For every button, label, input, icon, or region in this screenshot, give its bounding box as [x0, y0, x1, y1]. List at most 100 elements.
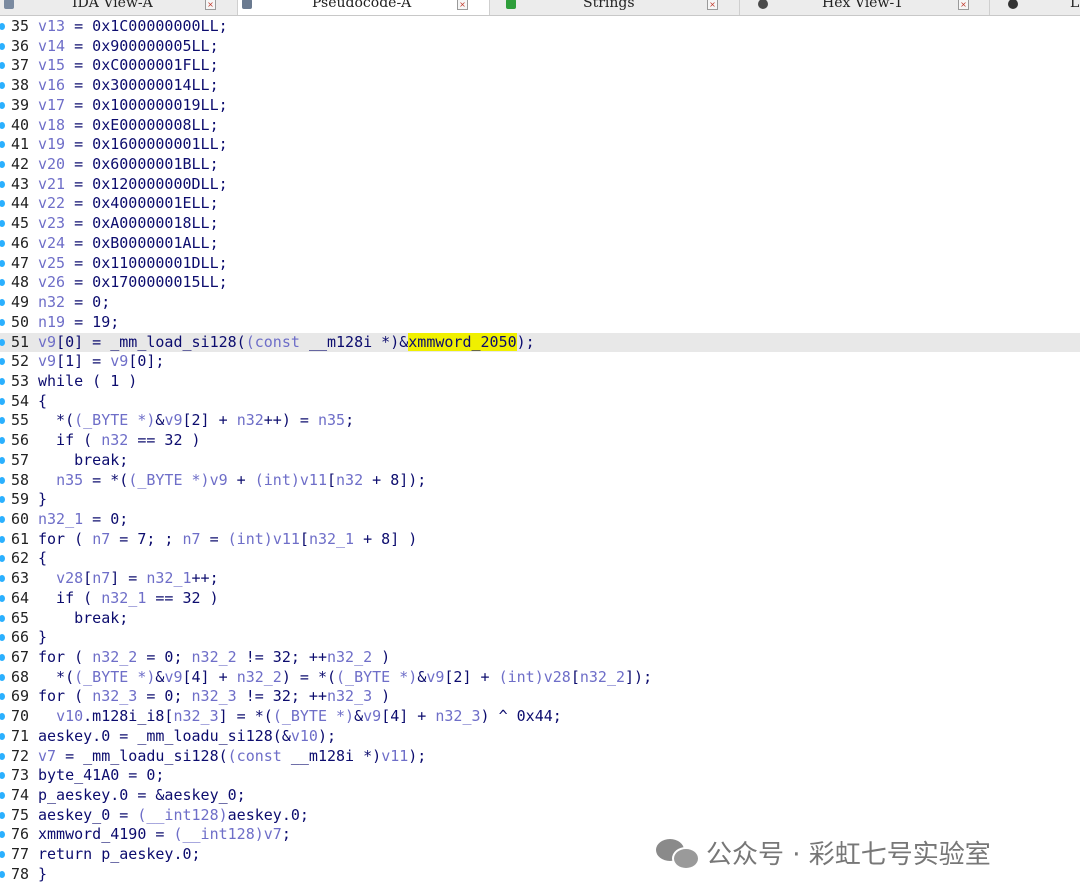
breakpoint-dot-icon[interactable]: [0, 318, 5, 326]
breakpoint-dot-icon[interactable]: [0, 634, 5, 642]
breakpoint-dot-icon[interactable]: [0, 575, 5, 583]
code-line[interactable]: 65 break;: [0, 609, 1080, 629]
breakpoint-dot-icon[interactable]: [0, 772, 5, 780]
breakpoint-dot-icon[interactable]: [0, 752, 5, 760]
code-line[interactable]: 60 n32_1 = 0;: [0, 510, 1080, 530]
breakpoint-dot-icon[interactable]: [0, 417, 5, 425]
breakpoint-dot-icon[interactable]: [0, 594, 5, 602]
code-line[interactable]: 43 v21 = 0x120000000DLL;: [0, 175, 1080, 195]
breakpoint-dot-icon[interactable]: [0, 397, 5, 405]
breakpoint-dot-icon[interactable]: [0, 220, 5, 228]
line-number: 71: [11, 726, 30, 745]
breakpoint-dot-icon[interactable]: [0, 101, 5, 109]
code-line[interactable]: 64 if ( n32_1 == 32 ): [0, 589, 1080, 609]
line-gutter: 55: [0, 411, 38, 431]
breakpoint-dot-icon[interactable]: [0, 693, 5, 701]
breakpoint-dot-icon[interactable]: [0, 496, 5, 504]
code-line[interactable]: 54 {: [0, 392, 1080, 412]
code-line[interactable]: 59}: [0, 490, 1080, 510]
code-line[interactable]: 55 *((_BYTE *)&v9[2] + n32++) = n35;: [0, 411, 1080, 431]
code-line[interactable]: 44 v22 = 0x40000001ELL;: [0, 194, 1080, 214]
code-line[interactable]: 37 v15 = 0xC0000001FLL;: [0, 56, 1080, 76]
tab-close-button[interactable]: ×: [205, 0, 216, 10]
breakpoint-dot-icon[interactable]: [0, 180, 5, 188]
code-line[interactable]: 68 *((_BYTE *)&v9[4] + n32_2) = *((_BYTE…: [0, 668, 1080, 688]
breakpoint-dot-icon[interactable]: [0, 437, 5, 445]
breakpoint-dot-icon[interactable]: [0, 62, 5, 70]
code-line[interactable]: 73 byte_41A0 = 0;: [0, 766, 1080, 786]
tab-close-button[interactable]: ×: [958, 0, 969, 10]
breakpoint-dot-icon[interactable]: [0, 121, 5, 129]
breakpoint-dot-icon[interactable]: [0, 713, 5, 721]
breakpoint-dot-icon[interactable]: [0, 239, 5, 247]
code-line[interactable]: 47 v25 = 0x110000001DLL;: [0, 254, 1080, 274]
code-line[interactable]: 40 v18 = 0xE00000008LL;: [0, 116, 1080, 136]
code-line[interactable]: 50 n19 = 19;: [0, 313, 1080, 333]
breakpoint-dot-icon[interactable]: [0, 358, 5, 366]
tab-strings[interactable]: Strings ×: [490, 0, 740, 15]
code-line[interactable]: 35 v13 = 0x1C00000000LL;: [0, 17, 1080, 37]
breakpoint-dot-icon[interactable]: [0, 82, 5, 90]
code-line[interactable]: 51 v9[0] = _mm_load_si128((const __m128i …: [0, 332, 1080, 353]
tab-close-button[interactable]: ×: [707, 0, 718, 10]
code-line[interactable]: 53 while ( 1 ): [0, 372, 1080, 392]
code-text: {: [38, 391, 48, 410]
breakpoint-dot-icon[interactable]: [0, 279, 5, 287]
code-line[interactable]: 36 v14 = 0x900000005LL;: [0, 37, 1080, 57]
breakpoint-dot-icon[interactable]: [0, 792, 5, 800]
code-line[interactable]: 75 aeskey_0 = (__int128)aeskey.0;: [0, 806, 1080, 826]
breakpoint-dot-icon[interactable]: [0, 456, 5, 464]
breakpoint-dot-icon[interactable]: [0, 732, 5, 740]
breakpoint-dot-icon[interactable]: [0, 870, 5, 878]
tab-close-button[interactable]: ×: [457, 0, 468, 10]
breakpoint-dot-icon[interactable]: [0, 851, 5, 859]
code-line[interactable]: 41 v19 = 0x1600000001LL;: [0, 135, 1080, 155]
code-line[interactable]: 61 for ( n7 = 7; ; n7 = (int)v11[n32_1 + …: [0, 530, 1080, 550]
breakpoint-dot-icon[interactable]: [0, 811, 5, 819]
line-gutter: 64: [0, 589, 38, 609]
breakpoint-dot-icon[interactable]: [0, 515, 5, 523]
code-line[interactable]: 70 v10.m128i_i8[n32_3] = *((_BYTE *)&v9[…: [0, 707, 1080, 727]
code-line[interactable]: 57 break;: [0, 451, 1080, 471]
code-line[interactable]: 67 for ( n32_2 = 0; n32_2 != 32; ++n32_2 …: [0, 648, 1080, 668]
pseudocode-view[interactable]: 35 v13 = 0x1C00000000LL; 36 v14 = 0x9000000…: [0, 17, 1080, 885]
tab-locals[interactable]: Lo: [990, 0, 1080, 15]
code-line[interactable]: 63 v28[n7] = n32_1++;: [0, 569, 1080, 589]
breakpoint-dot-icon[interactable]: [0, 654, 5, 661]
breakpoint-dot-icon[interactable]: [0, 476, 5, 484]
code-line[interactable]: 52 v9[1] = v9[0];: [0, 352, 1080, 372]
code-line[interactable]: 48 v26 = 0x1700000015LL;: [0, 273, 1080, 293]
breakpoint-dot-icon[interactable]: [0, 673, 5, 681]
code-line[interactable]: 66}: [0, 628, 1080, 648]
code-line[interactable]: 58 n35 = *((_BYTE *)v9 + (int)v11[n32 + …: [0, 471, 1080, 491]
code-line[interactable]: 56 if ( n32 == 32 ): [0, 431, 1080, 451]
line-gutter: 53: [0, 372, 38, 392]
code-line[interactable]: 74 p_aeskey.0 = &aeskey_0;: [0, 786, 1080, 806]
code-line[interactable]: 38 v16 = 0x300000014LL;: [0, 76, 1080, 96]
breakpoint-dot-icon[interactable]: [0, 200, 5, 208]
code-line[interactable]: 45 v23 = 0xA00000018LL;: [0, 214, 1080, 234]
breakpoint-dot-icon[interactable]: [0, 377, 5, 385]
breakpoint-dot-icon[interactable]: [0, 614, 5, 622]
code-line[interactable]: 69 for ( n32_3 = 0; n32_3 != 32; ++n32_3 …: [0, 687, 1080, 707]
breakpoint-dot-icon[interactable]: [0, 141, 5, 149]
code-line[interactable]: 49 n32 = 0;: [0, 293, 1080, 313]
tab-hex-view[interactable]: Hex View-1 ×: [740, 0, 990, 15]
breakpoint-dot-icon[interactable]: [0, 42, 5, 50]
tab-pseudocode[interactable]: Pseudocode-A ×: [238, 0, 490, 15]
code-line[interactable]: 62 {: [0, 549, 1080, 569]
breakpoint-dot-icon[interactable]: [0, 299, 5, 307]
breakpoint-dot-icon[interactable]: [0, 23, 5, 30]
code-line[interactable]: 42 v20 = 0x60000001BLL;: [0, 155, 1080, 175]
breakpoint-dot-icon[interactable]: [0, 161, 5, 169]
code-line[interactable]: 46 v24 = 0xB0000001ALL;: [0, 234, 1080, 254]
breakpoint-dot-icon[interactable]: [0, 555, 5, 563]
code-line[interactable]: 72 v7 = _mm_loadu_si128((const __m128i *)…: [0, 747, 1080, 767]
code-line[interactable]: 39 v17 = 0x1000000019LL;: [0, 96, 1080, 116]
breakpoint-dot-icon[interactable]: [0, 259, 5, 267]
breakpoint-dot-icon[interactable]: [0, 831, 5, 839]
breakpoint-dot-icon[interactable]: [0, 535, 5, 543]
breakpoint-dot-icon[interactable]: [0, 338, 5, 346]
tab-ida-view[interactable]: IDA View-A ×: [0, 0, 238, 15]
code-line[interactable]: 71 aeskey.0 = _mm_loadu_si128(&v10);: [0, 727, 1080, 747]
